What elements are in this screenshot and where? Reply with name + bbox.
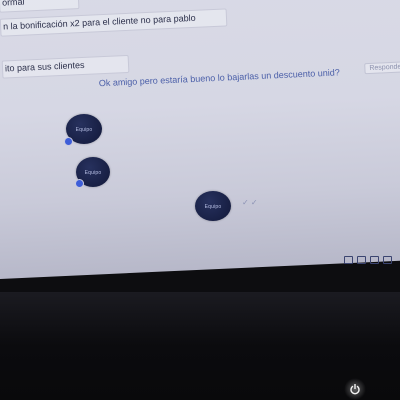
battery-icon[interactable] [370,256,379,264]
avatar[interactable]: Equipo [195,191,231,221]
arrow-icon[interactable] [383,256,392,264]
avatar-initials: Equipo [75,126,93,133]
wifi-icon[interactable] [344,256,353,264]
chat-window: ormal n la bonificación x2 para el clien… [0,0,400,280]
system-tray [344,256,392,264]
reply-button[interactable]: Responder [364,61,400,75]
status-badge [75,179,84,188]
read-indicator: ✓ ✓ [242,198,258,207]
incoming-message-text: Ok amigo pero estaría bueno lo bajarlas … [98,67,340,89]
laptop-bezel [0,292,400,400]
power-icon[interactable] [349,383,361,395]
window-icon[interactable] [357,256,366,264]
avatar-initials: Equipo [84,169,102,176]
status-badge [64,137,73,146]
message-text: ormal [1,0,25,8]
avatar-initials: Equipo [204,203,222,210]
